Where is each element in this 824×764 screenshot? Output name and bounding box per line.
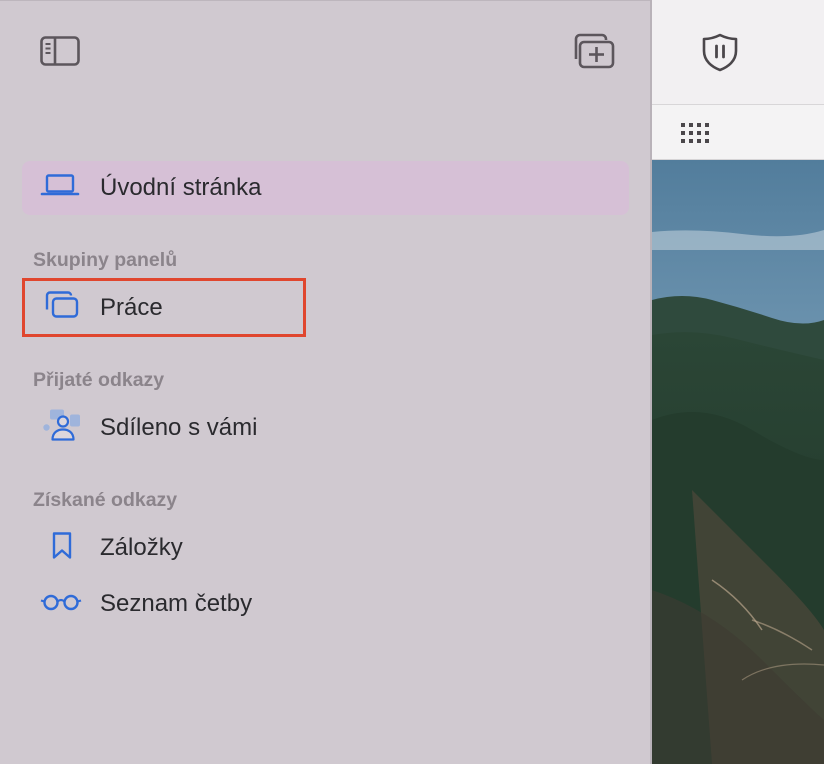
shared-with-you-icon: [42, 409, 82, 448]
browser-content: [652, 0, 824, 764]
background-photo: [652, 160, 824, 764]
privacy-shield-icon[interactable]: [701, 32, 739, 72]
laptop-icon: [40, 173, 80, 204]
sidebar-item-home[interactable]: Úvodní stránka: [22, 161, 629, 215]
glasses-icon: [40, 592, 82, 617]
sidebar: Úvodní stránka Skupiny panelů Práce Přij…: [0, 0, 650, 764]
sidebar-item-shared-with-you[interactable]: Sdíleno s vámi: [22, 401, 629, 455]
toolbar: [652, 0, 824, 105]
sidebar-item-label: Sdíleno s vámi: [100, 414, 258, 441]
sidebar-item-reading-list[interactable]: Seznam četby: [22, 577, 629, 631]
section-header-saved: Získané odkazy: [33, 489, 178, 511]
window-top-border: [0, 0, 650, 1]
grid-icon[interactable]: [681, 123, 709, 143]
sidebar-item-label: Úvodní stránka: [100, 174, 262, 201]
section-header-tab-groups: Skupiny panelů: [33, 249, 178, 271]
bookmark-icon: [51, 531, 73, 566]
sidebar-item-bookmarks[interactable]: Záložky: [22, 521, 629, 575]
favorites-bar: [652, 105, 824, 160]
section-header-received: Přijaté odkazy: [33, 369, 165, 391]
sidebar-toggle-icon[interactable]: [40, 36, 80, 66]
highlight-annotation: [22, 278, 306, 337]
new-tab-group-icon[interactable]: [570, 33, 616, 71]
sidebar-item-label: Záložky: [100, 534, 183, 561]
sidebar-item-label: Seznam četby: [100, 590, 253, 617]
